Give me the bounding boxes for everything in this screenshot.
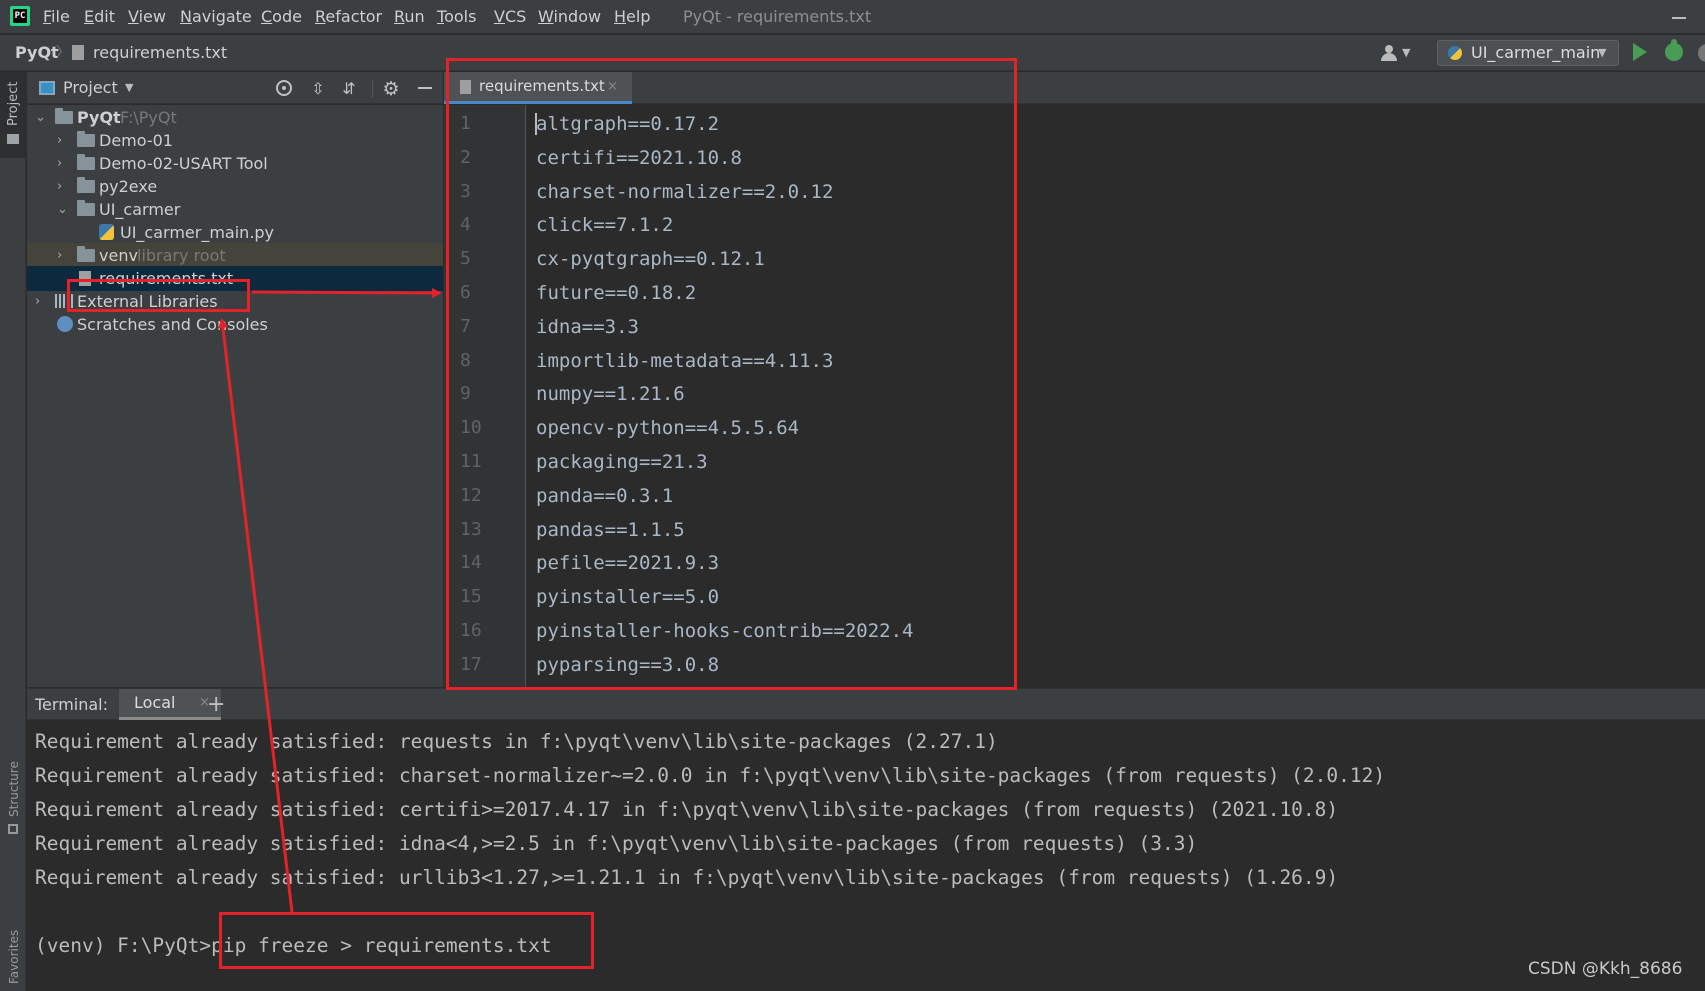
run-icon[interactable]	[1633, 43, 1647, 61]
tree-label: Demo-01	[99, 131, 173, 150]
tree-label: UI_carmer_main.py	[120, 223, 275, 242]
pycharm-logo-text: PC	[13, 9, 27, 23]
tree-row-demo-02[interactable]: › Demo-02-USART Tool	[27, 151, 443, 176]
breadcrumb-separator: 〉	[56, 45, 70, 61]
folder-icon	[77, 246, 95, 262]
menu-bar: PC File Edit View Navigate Code Refactor…	[0, 0, 1705, 34]
minimize-icon[interactable]	[1672, 17, 1686, 19]
editor-annotation-box	[446, 58, 1017, 690]
project-panel-header: Project ▼ ⇳ ⇵ ⚙	[27, 72, 443, 104]
breadcrumb-project[interactable]: PyQt	[15, 35, 59, 71]
tree-row-demo-01[interactable]: › Demo-01	[27, 128, 443, 153]
chevron-right-icon[interactable]: ›	[57, 151, 62, 176]
terminal-line: Requirement already satisfied: certifi>=…	[35, 798, 1339, 821]
chevron-down-icon: ▼	[1598, 46, 1607, 59]
chevron-right-icon[interactable]: ›	[57, 243, 62, 268]
menu-code[interactable]: Code	[261, 0, 302, 34]
terminal-header: Terminal: Local × +	[27, 688, 1705, 720]
project-tree: ⌄ PyQt F:\PyQt › Demo-01 › Demo-02-USART…	[27, 105, 443, 687]
tree-label: Scratches and Consoles	[77, 315, 268, 334]
menu-help[interactable]: Help	[614, 0, 650, 34]
menu-vcs[interactable]: VCS	[494, 0, 526, 34]
collapse-all-icon[interactable]: ⇵	[340, 80, 358, 98]
coverage-icon[interactable]	[1698, 44, 1705, 62]
left-tool-stripe: Project Structure Favorites	[0, 72, 26, 991]
debug-icon[interactable]	[1665, 39, 1683, 61]
text-file-icon	[72, 45, 84, 60]
terminal-title: Terminal:	[35, 695, 109, 714]
run-configuration-select[interactable]: UI_carmer_main ▼	[1437, 40, 1619, 66]
tree-row-pyqt[interactable]: ⌄ PyQt F:\PyQt	[27, 105, 443, 130]
chevron-down-icon[interactable]: ▼	[1402, 35, 1410, 71]
chevron-down-icon[interactable]: ⌄	[57, 197, 68, 222]
stripe-button-project[interactable]: Project	[0, 72, 26, 158]
tree-label: UI_carmer	[99, 200, 181, 219]
folder-icon	[77, 177, 95, 193]
expand-all-icon[interactable]: ⇳	[309, 80, 327, 98]
folder-icon	[77, 200, 95, 216]
menu-view[interactable]: View	[128, 0, 166, 34]
window-title: PyQt - requirements.txt	[683, 7, 872, 26]
tree-label: PyQt	[77, 108, 121, 127]
add-terminal-icon[interactable]: +	[207, 689, 225, 720]
tree-hint: F:\PyQt	[120, 108, 177, 127]
tree-label: Demo-02-USART Tool	[99, 154, 268, 173]
command-annotation-box	[219, 912, 594, 969]
stripe-project-label: Project	[6, 81, 21, 126]
folder-icon	[55, 108, 73, 124]
menu-tools[interactable]: Tools	[437, 0, 476, 34]
terminal-line: Requirement already satisfied: charset-n…	[35, 764, 1386, 787]
chevron-right-icon[interactable]: ›	[57, 174, 62, 199]
tree-row-ui-carmer[interactable]: ⌄ UI_carmer	[27, 197, 443, 222]
python-file-icon	[99, 224, 114, 240]
chevron-down-icon[interactable]: ▼	[125, 72, 133, 104]
scratches-icon	[57, 316, 73, 332]
run-configuration-label: UI_carmer_main	[1471, 43, 1601, 62]
menu-refactor[interactable]: Refactor	[315, 0, 382, 34]
tree-hint: library root	[137, 246, 226, 265]
terminal-tab-label: Local	[134, 693, 176, 712]
tree-annotation-box	[67, 279, 250, 312]
pycharm-logo-icon: PC	[10, 6, 30, 26]
tree-row-venv[interactable]: › venv library root	[27, 243, 443, 268]
chevron-down-icon[interactable]: ⌄	[35, 105, 46, 130]
tree-row-ui-carmer-main[interactable]: UI_carmer_main.py	[27, 220, 443, 245]
terminal-line: Requirement already satisfied: idna<4,>=…	[35, 832, 1198, 855]
gear-icon[interactable]: ⚙	[382, 80, 400, 99]
locate-file-icon[interactable]	[276, 80, 292, 96]
folder-icon	[77, 131, 95, 147]
menu-file[interactable]: File	[43, 0, 70, 34]
toolbar-divider	[372, 80, 373, 98]
folder-icon	[7, 134, 19, 144]
breadcrumb-file[interactable]: requirements.txt	[93, 35, 227, 71]
stripe-button-structure[interactable]: Structure	[7, 761, 21, 817]
tree-label: venv	[99, 246, 138, 265]
stripe-button-favorites[interactable]: Favorites	[7, 930, 21, 984]
tree-label: py2exe	[99, 177, 158, 196]
project-view-icon	[39, 81, 55, 95]
menu-navigate[interactable]: Navigate	[180, 0, 252, 34]
terminal-tab-local[interactable]: Local ×	[119, 689, 221, 720]
python-icon	[1448, 46, 1462, 60]
tree-row-scratches[interactable]: Scratches and Consoles	[27, 312, 443, 337]
menu-run[interactable]: Run	[394, 0, 425, 34]
chevron-right-icon[interactable]: ›	[35, 289, 40, 314]
tree-row-py2exe[interactable]: › py2exe	[27, 174, 443, 199]
terminal-line: Requirement already satisfied: urllib3<1…	[35, 866, 1339, 889]
menu-edit[interactable]: Edit	[84, 0, 115, 34]
hide-panel-icon[interactable]	[418, 87, 432, 89]
chevron-right-icon[interactable]: ›	[57, 128, 62, 153]
structure-icon	[8, 824, 18, 834]
folder-icon	[77, 154, 95, 170]
user-icon[interactable]	[1380, 45, 1398, 61]
terminal-line: Requirement already satisfied: requests …	[35, 730, 998, 753]
menu-window[interactable]: Window	[538, 0, 601, 34]
watermark: CSDN @Kkh_8686	[1528, 959, 1683, 979]
project-view-selector[interactable]: Project	[63, 72, 118, 104]
